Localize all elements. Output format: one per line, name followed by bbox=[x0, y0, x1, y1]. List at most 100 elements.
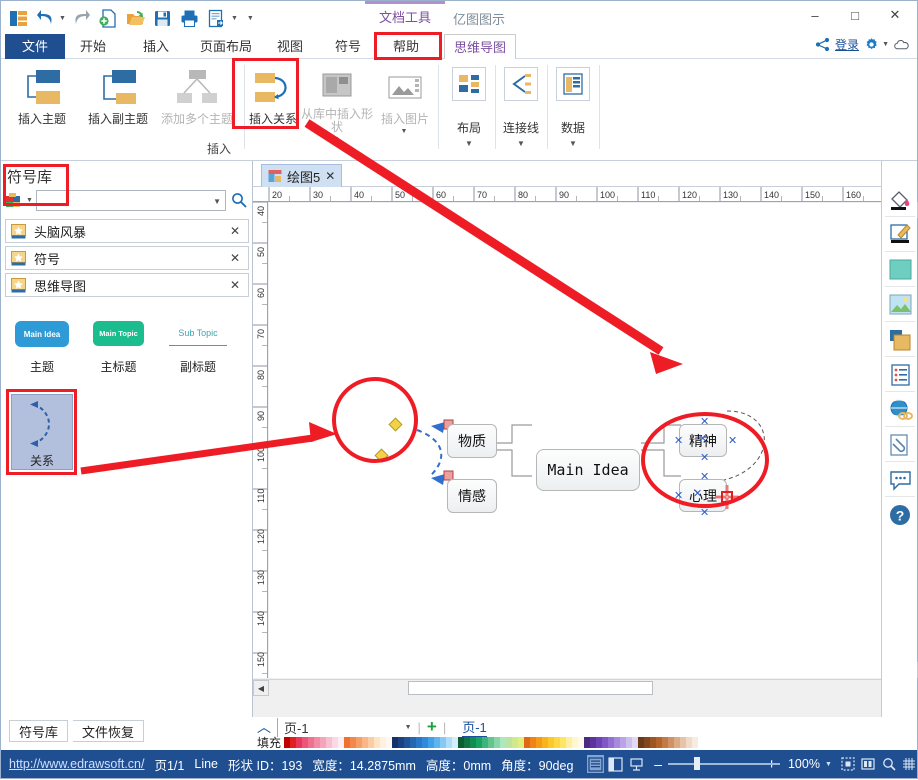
minimize-button[interactable]: – bbox=[795, 1, 835, 29]
undo-dropdown-icon[interactable]: ▼ bbox=[59, 15, 66, 22]
tab-file[interactable]: 文件 bbox=[5, 34, 65, 59]
scroll-left-button[interactable]: ◀ bbox=[253, 680, 269, 696]
split-view-icon[interactable] bbox=[608, 755, 624, 773]
connector-dropdown-icon[interactable]: ▼ bbox=[517, 139, 525, 148]
app-logo-icon[interactable] bbox=[7, 7, 29, 29]
presentation-view-icon[interactable] bbox=[628, 755, 644, 773]
insert-subtopic-button[interactable]: 插入副主题 bbox=[79, 63, 157, 143]
library-item-close-icon[interactable]: ✕ bbox=[230, 224, 240, 238]
zoom-slider[interactable] bbox=[668, 757, 759, 771]
shape-main-topic[interactable]: Main Topic 主标题 bbox=[93, 321, 145, 379]
library-item-close-icon[interactable]: ✕ bbox=[230, 278, 240, 292]
attachment-icon[interactable] bbox=[885, 428, 915, 462]
data-button[interactable]: 数据 ▼ bbox=[548, 67, 598, 148]
library-cube-dropdown-icon[interactable]: ▼ bbox=[26, 197, 33, 204]
settings-dropdown-icon[interactable]: ▼ bbox=[882, 41, 889, 48]
zoom-region-icon[interactable] bbox=[880, 755, 896, 773]
qat-customize-icon[interactable]: ▼ bbox=[247, 15, 254, 22]
cloud-icon[interactable] bbox=[894, 39, 909, 51]
login-link[interactable]: 登录 bbox=[835, 36, 859, 53]
document-tab-drawing5[interactable]: 绘图5 ✕ bbox=[261, 164, 342, 187]
tab-insert[interactable]: 插入 bbox=[134, 34, 178, 59]
node-spirit[interactable]: 精神 bbox=[679, 424, 727, 457]
library-item-symbol[interactable]: 符号 ✕ bbox=[5, 246, 249, 270]
export-icon[interactable] bbox=[206, 7, 228, 29]
svg-text:80: 80 bbox=[518, 190, 528, 200]
tab-mindmap[interactable]: 思维导图 bbox=[444, 34, 516, 59]
list-icon[interactable] bbox=[885, 358, 915, 392]
globe-link-icon[interactable] bbox=[885, 393, 915, 427]
svg-text:160: 160 bbox=[846, 190, 861, 200]
zoom-dropdown-icon[interactable]: ▼ bbox=[825, 761, 832, 768]
node-main-idea[interactable]: Main Idea bbox=[536, 449, 640, 491]
library-item-mindmap[interactable]: 思维导图 ✕ bbox=[5, 273, 249, 297]
bottom-tab-symbol-library[interactable]: 符号库 bbox=[9, 720, 68, 742]
library-search-input[interactable]: ▼ bbox=[36, 190, 226, 211]
node-substance[interactable]: 物质 bbox=[447, 424, 497, 458]
page-dropdown-icon[interactable]: ▼ bbox=[405, 724, 412, 731]
comment-icon[interactable] bbox=[885, 463, 915, 497]
edraw-website-link[interactable]: http://www.edrawsoft.cn/ bbox=[9, 757, 144, 771]
pen-line-icon[interactable] bbox=[885, 218, 915, 252]
redo-icon[interactable] bbox=[71, 7, 93, 29]
zoom-slider-thumb[interactable] bbox=[694, 757, 700, 770]
page-tab-1[interactable]: 页-1 bbox=[462, 717, 487, 737]
symbol-library-panel: 符号库 close-icon ▼ ▼ 头脑风暴 ✕ 符号 bbox=[1, 161, 253, 717]
help-icon[interactable]: ? bbox=[885, 498, 915, 532]
horizontal-ruler[interactable]: 203040506070809010011012013014015016017 bbox=[253, 187, 917, 202]
share-icon[interactable] bbox=[815, 37, 830, 52]
node-emotion[interactable]: 情感 bbox=[447, 479, 497, 513]
document-tab-close-icon[interactable]: ✕ bbox=[325, 169, 335, 183]
gear-icon[interactable] bbox=[864, 37, 879, 52]
print-icon[interactable] bbox=[179, 7, 201, 29]
grid-icon[interactable] bbox=[901, 755, 917, 773]
insert-topic-button[interactable]: 插入主题 bbox=[3, 63, 81, 143]
picture-icon[interactable] bbox=[885, 288, 915, 322]
horizontal-scroll-thumb[interactable] bbox=[408, 681, 653, 695]
insert-subtopic-icon bbox=[96, 63, 140, 113]
drawing-sheet[interactable]: 物质 情感 Main Idea 精神 心理 ✕ ✕ ✕ ✕ ✕ ✕ ✕ ✕ ✕ bbox=[269, 203, 901, 678]
fit-selection-icon[interactable] bbox=[840, 755, 856, 773]
maximize-button[interactable]: □ bbox=[835, 1, 875, 29]
canvas-horizontal-scrollbar[interactable]: ◀ ▶ bbox=[253, 679, 901, 695]
close-button[interactable]: ✕ bbox=[875, 1, 915, 29]
insert-image-dropdown-icon[interactable]: ▼ bbox=[401, 128, 408, 135]
tab-symbol[interactable]: 符号 bbox=[326, 34, 370, 59]
connector-button[interactable]: 连接线 ▼ bbox=[496, 67, 546, 148]
add-page-button[interactable]: + bbox=[427, 717, 437, 737]
shape-sub-topic[interactable]: Sub Topic 副标题 bbox=[169, 321, 229, 379]
add-multiple-topics-button[interactable]: 添加多个主题 bbox=[151, 63, 243, 143]
document-tab-label: 绘图5 bbox=[287, 167, 320, 186]
shape-relation[interactable]: 关系 bbox=[11, 394, 73, 470]
insert-image-button[interactable]: 插入图片 ▼ bbox=[373, 63, 437, 143]
chevron-down-icon[interactable]: ▼ bbox=[213, 197, 221, 206]
zoom-out-button[interactable]: – bbox=[654, 756, 662, 772]
data-dropdown-icon[interactable]: ▼ bbox=[569, 139, 577, 148]
undo-icon[interactable] bbox=[34, 7, 56, 29]
fit-page-icon[interactable] bbox=[860, 755, 876, 773]
layout-dropdown-icon[interactable]: ▼ bbox=[465, 139, 473, 148]
library-item-close-icon[interactable]: ✕ bbox=[230, 251, 240, 265]
page-view-icon[interactable] bbox=[587, 755, 603, 773]
insert-shape-from-library-button[interactable]: 从库中插入形状 ▼ bbox=[297, 63, 377, 143]
new-document-icon[interactable] bbox=[98, 7, 120, 29]
tab-home[interactable]: 开始 bbox=[71, 34, 115, 59]
bottom-tab-file-recovery[interactable]: 文件恢复 bbox=[73, 720, 144, 742]
shape-layers-icon[interactable] bbox=[885, 323, 915, 357]
export-dropdown-icon[interactable]: ▼ bbox=[231, 15, 238, 22]
tab-page-layout[interactable]: 页面布局 bbox=[191, 34, 261, 59]
fill-color-swatches[interactable] bbox=[284, 737, 698, 748]
save-icon[interactable] bbox=[152, 7, 174, 29]
library-cube-icon[interactable] bbox=[5, 191, 25, 209]
fill-bucket-icon[interactable] bbox=[885, 183, 915, 217]
vertical-ruler[interactable]: 405060708090100110120130140150160 bbox=[253, 202, 268, 678]
layout-button[interactable]: 布局 ▼ bbox=[444, 67, 494, 148]
page-name[interactable]: 页-1 bbox=[277, 718, 309, 737]
tab-view[interactable]: 视图 bbox=[268, 34, 312, 59]
shape-main-idea[interactable]: Main Idea 主题 bbox=[15, 321, 71, 379]
tab-help[interactable]: 帮助 bbox=[384, 34, 428, 59]
search-icon[interactable] bbox=[229, 192, 249, 208]
library-item-brainstorm[interactable]: 头脑风暴 ✕ bbox=[5, 219, 249, 243]
color-swatch-icon[interactable] bbox=[885, 253, 915, 287]
open-file-icon[interactable] bbox=[125, 7, 147, 29]
